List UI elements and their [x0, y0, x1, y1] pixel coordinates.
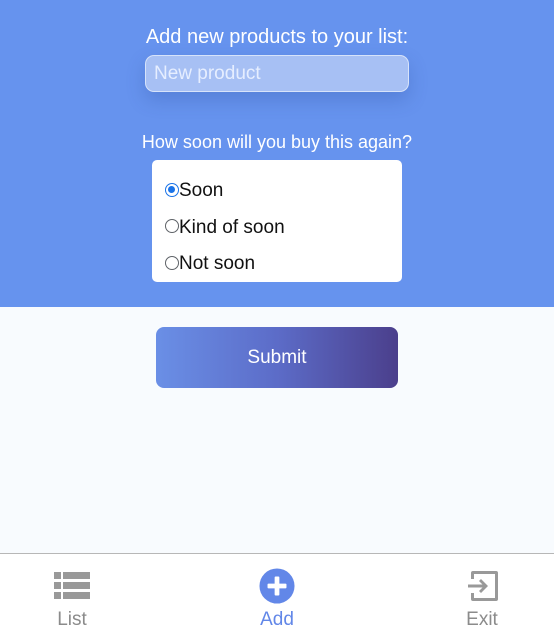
nav-item-add[interactable]: Add — [217, 554, 337, 640]
radio-label-soon: Soon — [179, 180, 224, 202]
nav-label-exit: Exit — [466, 609, 498, 630]
submit-button[interactable]: Submit — [156, 327, 398, 388]
add-circle-icon — [259, 568, 295, 604]
nav-label-add: Add — [260, 609, 294, 630]
add-product-panel: Add new products to your list: How soon … — [0, 0, 554, 307]
radio-kind-of-soon[interactable] — [165, 219, 179, 234]
add-products-label: Add new products to your list: — [145, 26, 409, 48]
exit-icon — [464, 568, 500, 604]
radio-soon[interactable] — [165, 182, 179, 197]
frequency-question: How soon will you buy this again? — [141, 132, 413, 152]
frequency-radio-group: Soon Kind of soon Not soon — [152, 160, 402, 282]
new-product-input[interactable] — [145, 55, 409, 92]
nav-label-list: List — [57, 609, 87, 630]
radio-option-kind-of-soon[interactable]: Kind of soon — [165, 210, 402, 247]
radio-not-soon[interactable] — [165, 255, 179, 270]
nav-item-list[interactable]: List — [12, 554, 132, 640]
radio-option-not-soon[interactable]: Not soon — [165, 246, 402, 283]
list-icon — [54, 568, 90, 604]
bottom-navigation: List Add Exit — [0, 553, 554, 640]
radio-label-not-soon: Not soon — [179, 253, 256, 275]
radio-option-soon[interactable]: Soon — [165, 173, 402, 210]
nav-item-exit[interactable]: Exit — [422, 554, 542, 640]
radio-label-kind-of-soon: Kind of soon — [179, 216, 285, 238]
